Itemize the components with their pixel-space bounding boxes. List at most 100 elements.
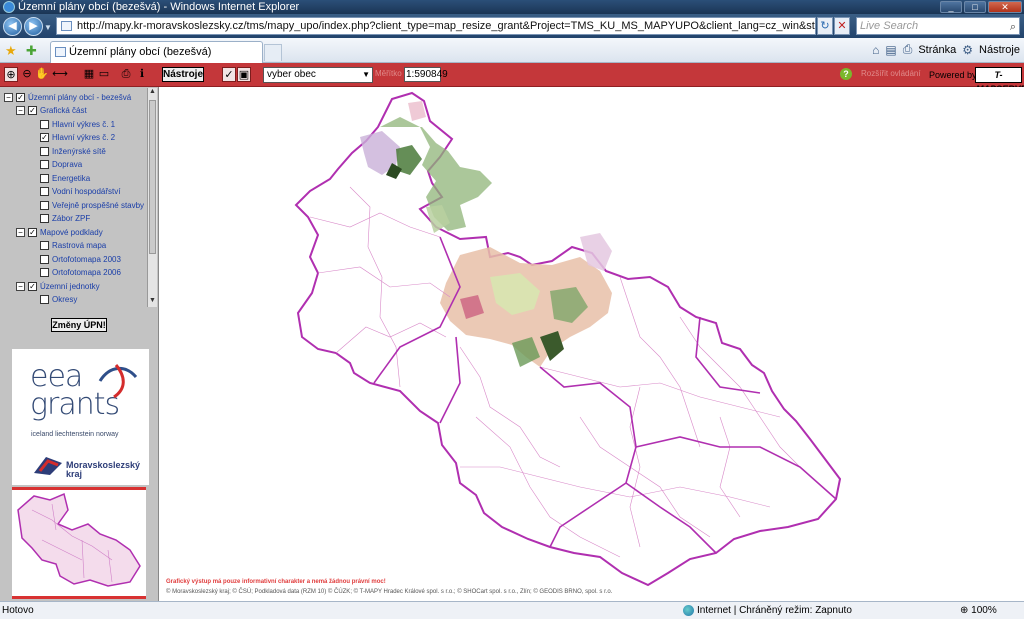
- scroll-thumb[interactable]: [149, 100, 156, 254]
- pan-hand-icon[interactable]: ✋: [35, 67, 49, 82]
- scale-label: Měřítko: [375, 69, 402, 78]
- layer-tree-item[interactable]: Veřejně prospěšné stavby: [40, 199, 144, 211]
- municipality-select[interactable]: vyber obec ▼: [263, 67, 373, 83]
- help-icon[interactable]: ?: [840, 68, 852, 80]
- layer-tree-item[interactable]: − ✓ Územní plány obcí - bezešvá: [4, 91, 131, 103]
- feeds-icon[interactable]: ▤: [885, 43, 896, 57]
- measure-icon[interactable]: ⟷: [48, 67, 72, 82]
- tools-menu[interactable]: Nástroje: [979, 44, 1020, 56]
- layer-tree-item[interactable]: Rastrová mapa: [40, 240, 106, 252]
- layer-checkbox[interactable]: [40, 295, 49, 304]
- layer-label[interactable]: Energetika: [52, 174, 90, 183]
- scale-input[interactable]: 1:590849: [404, 67, 448, 82]
- tools-button[interactable]: Nástroje: [162, 67, 204, 82]
- layer-checkbox[interactable]: ✓: [28, 227, 37, 237]
- history-dropdown-icon[interactable]: ▼: [44, 23, 52, 32]
- address-field[interactable]: http://mapy.kr-moravskoslezsky.cz/tms/ma…: [56, 17, 816, 35]
- layer-checkbox[interactable]: [40, 241, 49, 250]
- overview-region-shape: [17, 492, 141, 587]
- print-icon[interactable]: ⎙: [903, 42, 913, 57]
- scroll-down-icon[interactable]: ▼: [148, 297, 157, 307]
- forward-button[interactable]: ▶: [24, 17, 43, 36]
- stop-button[interactable]: ✕: [834, 17, 850, 35]
- layer-tree-item[interactable]: Ortofotomapa 2003: [40, 253, 121, 265]
- layer-tree-item[interactable]: − ✓ Grafická část: [16, 105, 87, 117]
- scale-icon[interactable]: ▭: [97, 67, 111, 82]
- scroll-up-icon[interactable]: ▲: [148, 88, 157, 98]
- layer-checkbox[interactable]: ✓: [40, 133, 49, 142]
- layer-tree-item[interactable]: Zábor ZPF: [40, 213, 90, 225]
- layer-tree-item[interactable]: Inženýrské sítě: [40, 145, 106, 157]
- layers-icon[interactable]: ▦: [83, 67, 95, 82]
- layer-tree-item[interactable]: Vodní hospodářství: [40, 186, 121, 198]
- page-menu[interactable]: Stránka: [918, 44, 956, 56]
- layer-checkbox[interactable]: ✓: [28, 106, 37, 115]
- layer-checkbox[interactable]: [40, 200, 49, 210]
- layer-tree-item[interactable]: Hlavní výkres č. 1: [40, 118, 115, 130]
- security-zone[interactable]: Internet | Chráněný režim: Zapnuto: [683, 602, 852, 619]
- layer-checkbox[interactable]: ✓: [28, 281, 37, 291]
- layer-tree-item[interactable]: Ortofotomapa 2006: [40, 267, 121, 279]
- layer-label[interactable]: Ortofotomapa 2003: [52, 255, 121, 264]
- layer-label[interactable]: Ortofotomapa 2006: [52, 268, 121, 277]
- layer-checkbox[interactable]: [40, 254, 49, 264]
- layer-tree-scrollbar[interactable]: ▲ ▼: [147, 88, 157, 307]
- tab-active[interactable]: Územní plány obcí (bezešvá): [50, 41, 263, 63]
- export-icon[interactable]: ▣: [237, 67, 251, 82]
- layer-tree-item[interactable]: − ✓ Mapové podklady: [16, 226, 103, 238]
- layer-checkbox[interactable]: [40, 187, 49, 196]
- layer-tree-item[interactable]: Okresy: [40, 294, 77, 306]
- close-window-button[interactable]: ✕: [988, 1, 1022, 13]
- layer-label[interactable]: Hlavní výkres č. 2: [52, 133, 115, 142]
- layer-label[interactable]: Mapové podklady: [40, 228, 103, 237]
- layer-checkbox[interactable]: [40, 119, 49, 129]
- left-panel: − ✓ Územní plány obcí - bezešvá − ✓ Grafická …: [0, 87, 159, 601]
- layer-checkbox[interactable]: [40, 268, 49, 277]
- layer-label[interactable]: Grafická část: [40, 106, 87, 115]
- map-view[interactable]: Grafický výstup má pouze informativní ch…: [160, 87, 1024, 601]
- back-button[interactable]: ◀: [3, 17, 22, 36]
- zoom-in-icon[interactable]: ⊕: [4, 67, 18, 82]
- layer-checkbox[interactable]: ✓: [16, 92, 25, 102]
- collapse-icon[interactable]: −: [4, 92, 13, 102]
- layer-checkbox[interactable]: [40, 146, 49, 156]
- refresh-button[interactable]: ↻: [817, 17, 833, 35]
- layer-tree-item[interactable]: − ✓ Územní jednotky: [16, 280, 100, 292]
- layer-label[interactable]: Územní jednotky: [40, 282, 100, 291]
- layer-tree-item[interactable]: Doprava: [40, 159, 82, 171]
- layer-label[interactable]: Inženýrské sítě: [52, 147, 106, 156]
- layer-tree-item[interactable]: Energetika: [40, 172, 90, 184]
- overview-map[interactable]: [12, 487, 146, 599]
- zoom-out-icon[interactable]: ⊖: [21, 67, 33, 82]
- layer-label[interactable]: Okresy: [52, 295, 77, 304]
- help-label[interactable]: Rozšířit ovládání: [861, 69, 921, 78]
- changes-button[interactable]: Změny ÚPN!: [51, 318, 107, 332]
- home-icon[interactable]: ⌂: [872, 43, 879, 57]
- new-tab-button[interactable]: [264, 44, 282, 61]
- search-icon[interactable]: ⌕: [1010, 19, 1016, 35]
- layer-checkbox[interactable]: [40, 214, 49, 223]
- layer-tree-item[interactable]: ✓ Hlavní výkres č. 2: [40, 132, 115, 144]
- maximize-button[interactable]: □: [964, 1, 986, 13]
- print-map-icon[interactable]: ⎙: [120, 67, 132, 82]
- layer-checkbox[interactable]: [40, 173, 49, 183]
- minimize-button[interactable]: _: [940, 1, 962, 13]
- select-icon[interactable]: ✓: [222, 67, 236, 82]
- zoom-level[interactable]: ⊕ 100%: [960, 602, 997, 619]
- add-favorites-icon[interactable]: ✚: [26, 43, 37, 59]
- layer-label[interactable]: Vodní hospodářství: [52, 187, 121, 196]
- layer-checkbox[interactable]: [40, 160, 49, 169]
- layer-label[interactable]: Hlavní výkres č. 1: [52, 120, 115, 129]
- collapse-icon[interactable]: −: [16, 281, 25, 291]
- search-input[interactable]: Live Search ⌕: [856, 17, 1020, 35]
- layer-label[interactable]: Veřejně prospěšné stavby: [52, 201, 144, 210]
- layer-label[interactable]: Zábor ZPF: [52, 214, 90, 223]
- collapse-icon[interactable]: −: [16, 106, 25, 115]
- layer-label[interactable]: Rastrová mapa: [52, 241, 106, 250]
- info-icon[interactable]: ℹ: [136, 67, 148, 82]
- favorites-star-icon[interactable]: ★: [5, 43, 17, 59]
- layer-label[interactable]: Doprava: [52, 160, 82, 169]
- layer-label[interactable]: Územní plány obcí - bezešvá: [28, 93, 131, 102]
- ie-logo-icon: [3, 1, 15, 13]
- collapse-icon[interactable]: −: [16, 227, 25, 237]
